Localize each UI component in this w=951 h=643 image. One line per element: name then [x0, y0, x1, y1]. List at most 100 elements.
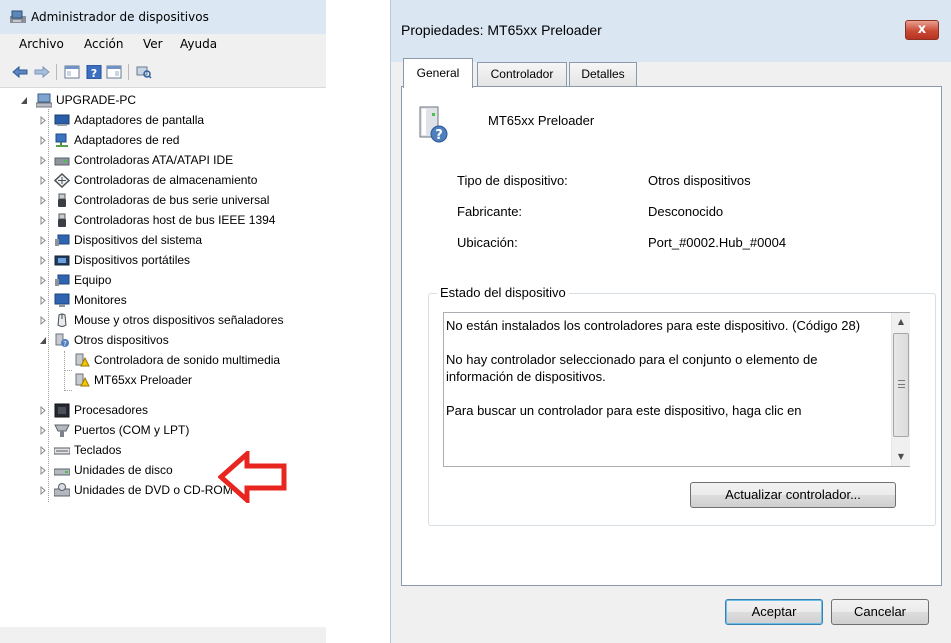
tipo-dispositivo-value: Otros dispositivos: [648, 173, 751, 188]
status-paragraph: No hay controlador seleccionado para el …: [446, 352, 818, 384]
warning-device-icon: [75, 373, 90, 387]
tree-guide-line: [64, 390, 72, 391]
show-hide-console-icon[interactable]: [64, 65, 80, 79]
toolbar-separator: [56, 64, 57, 80]
expand-arrow-icon[interactable]: [39, 136, 47, 145]
status-paragraph: Para buscar un controlador para este dis…: [446, 403, 802, 418]
expand-arrow-icon[interactable]: [39, 276, 47, 285]
general-tab-panel: ? MT65xx Preloader Tipo de dispositivo: …: [401, 86, 942, 586]
tab-controlador[interactable]: Controlador: [477, 62, 567, 86]
tree-item-label: Unidades de disco: [74, 463, 173, 477]
expand-arrow-icon[interactable]: [39, 296, 47, 305]
tree-item-label: Otros dispositivos: [74, 333, 169, 347]
tree-item-label: Controladoras de almacenamiento: [74, 173, 258, 187]
device-manager-window: Administrador de dispositivos Archivo Ac…: [0, 0, 326, 643]
menu-accion[interactable]: Acción: [84, 37, 123, 51]
properties-title: Propiedades: MT65xx Preloader: [401, 22, 602, 38]
tree-item-label: Dispositivos portátiles: [74, 253, 191, 267]
ok-button[interactable]: Aceptar: [725, 599, 823, 625]
device-manager-title: Administrador de dispositivos: [31, 10, 209, 24]
expand-arrow-icon[interactable]: [39, 236, 47, 245]
help-icon[interactable]: ?: [86, 65, 102, 79]
scroll-down-arrow-icon[interactable]: ▼: [892, 448, 910, 465]
tree-item-label: Dispositivos del sistema: [74, 233, 203, 247]
svg-text:?: ?: [63, 340, 67, 348]
expand-arrow-icon[interactable]: [39, 406, 47, 415]
status-scrollbar[interactable]: ▲ ▼: [891, 313, 910, 466]
expand-arrow-icon[interactable]: [39, 486, 47, 495]
tree-item-label: Unidades de DVD o CD-ROM: [74, 483, 233, 497]
portable-device-icon: [54, 255, 70, 266]
update-driver-button[interactable]: Actualizar controlador...: [690, 482, 896, 508]
forward-arrow-icon[interactable]: [34, 65, 50, 79]
expand-arrow-icon[interactable]: [39, 256, 47, 265]
tree-item-label: Teclados: [74, 443, 122, 457]
menu-ver[interactable]: Ver: [143, 37, 163, 51]
close-button[interactable]: x: [905, 20, 939, 40]
expand-arrow-icon[interactable]: [39, 116, 47, 125]
menu-ayuda[interactable]: Ayuda: [180, 37, 217, 51]
tree-guide-line: [64, 351, 65, 391]
device-status-title: Estado del dispositivo: [437, 285, 569, 300]
warning-device-icon: [75, 353, 90, 367]
expand-arrow-icon[interactable]: [39, 466, 47, 475]
device-manager-titlebar: Administrador de dispositivos: [0, 0, 326, 34]
scan-hardware-icon[interactable]: [136, 65, 152, 79]
usb-icon: [58, 193, 66, 207]
status-bar: [0, 627, 326, 643]
keyboard-icon: [54, 447, 70, 455]
tree-guide-line: [64, 370, 72, 371]
tree-item-label: Controladoras de bus serie universal: [74, 193, 270, 207]
ubicacion-value: Port_#0002.Hub_#0004: [648, 235, 787, 250]
status-paragraph: No están instalados los controladores pa…: [446, 318, 861, 333]
device-status-text: No están instalados los controladores pa…: [446, 317, 886, 436]
unknown-device-icon: ?: [419, 106, 448, 143]
expand-arrow-icon[interactable]: [39, 446, 47, 455]
properties-titlebar: Propiedades: MT65xx Preloader x: [391, 0, 951, 62]
red-annotation-arrow-icon: [218, 451, 287, 503]
expand-arrow-icon[interactable]: [39, 196, 47, 205]
tree-root-label: UPGRADE-PC: [56, 93, 137, 107]
disk-drive-icon: [54, 468, 70, 476]
properties-dialog: Propiedades: MT65xx Preloader x General …: [390, 0, 951, 643]
back-arrow-icon[interactable]: [12, 65, 28, 79]
tree-item-label: Controladora de sonido multimedia: [94, 353, 281, 367]
collapse-arrow-icon[interactable]: [20, 96, 28, 105]
computer-icon: [55, 274, 70, 286]
expand-arrow-icon[interactable]: [39, 216, 47, 225]
network-adapter-icon: [55, 133, 68, 147]
scroll-thumb[interactable]: [893, 333, 909, 437]
expand-arrow-icon[interactable]: [39, 316, 47, 325]
port-icon: [54, 424, 70, 437]
expand-arrow-icon[interactable]: [39, 156, 47, 165]
properties-icon[interactable]: [106, 65, 122, 79]
tree-guide-line: [48, 109, 49, 502]
toolbar: ?: [0, 56, 326, 88]
tree-item-label: Procesadores: [74, 403, 149, 417]
device-status-textbox[interactable]: No están instalados los controladores pa…: [443, 312, 910, 467]
scroll-up-arrow-icon[interactable]: ▲: [892, 313, 910, 330]
tree-item-label: Mouse y otros dispositivos señaladores: [74, 313, 284, 327]
unknown-device-icon: ?: [55, 333, 69, 348]
monitor-icon: [54, 293, 70, 307]
fabricante-label: Fabricante:: [457, 204, 523, 219]
svg-text:?: ?: [435, 128, 443, 143]
expand-arrow-icon[interactable]: [39, 426, 47, 435]
dvd-drive-icon: [54, 483, 70, 497]
display-adapter-icon: [54, 114, 70, 126]
cancel-button[interactable]: Cancelar: [831, 599, 929, 625]
collapse-arrow-icon[interactable]: [39, 336, 47, 345]
tree-item-label: Controladoras ATA/ATAPI IDE: [74, 153, 234, 167]
storage-controller-icon: [54, 173, 70, 188]
tree-item-label: Controladoras host de bus IEEE 1394: [74, 213, 276, 227]
menu-archivo[interactable]: Archivo: [19, 37, 64, 51]
scroll-grip-icon: [898, 380, 905, 388]
tree-item-label: Puertos (COM y LPT): [74, 423, 190, 437]
menu-bar: Archivo Acción Ver Ayuda: [0, 34, 326, 56]
expand-arrow-icon[interactable]: [39, 176, 47, 185]
tab-general[interactable]: General: [403, 58, 473, 88]
tab-detalles[interactable]: Detalles: [569, 62, 637, 86]
system-device-icon: [55, 234, 70, 246]
tree-item-label: Monitores: [74, 293, 127, 307]
toolbar-separator: [128, 64, 129, 80]
